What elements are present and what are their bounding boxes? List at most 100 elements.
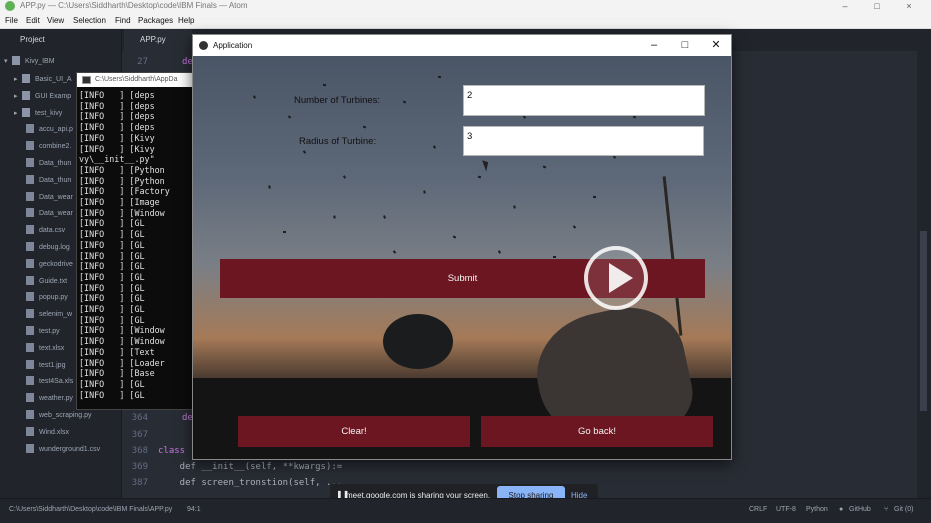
tree-item-label: debug.log [39,244,70,251]
status-encoding[interactable]: UTF-8 [776,506,796,513]
mouse-cursor-icon [482,158,491,172]
tree-folder[interactable]: ▸ test_kivy [14,107,62,121]
tree-file[interactable]: test.py [26,325,60,339]
menu-bar: File Edit View Selection Find Packages H… [0,13,931,29]
dandelion-seed [268,185,271,189]
tree-item-label: Wind.xlsx [39,428,69,436]
tree-file[interactable]: popup.py [26,291,68,305]
dandelion-seed [383,215,386,219]
tree-file[interactable]: Data_wear [26,191,73,205]
status-bar: C:\Users\Siddharth\Desktop\code\IBM Fina… [0,498,931,523]
clear-button[interactable]: Clear! [238,416,470,447]
terminal-title-bar: C:\Users\Siddharth\AppDa [77,73,193,87]
code-line: def screen_tronstion(self, ... [158,478,343,488]
tree-file[interactable]: wunderground1.csv [26,443,100,457]
terminal-line: vy\__init__.py" [79,154,155,165]
file-icon [26,225,34,235]
file-icon [26,174,34,184]
tree-item-label: Data_wear [39,210,73,218]
status-git[interactable]: Git (0) [894,506,913,513]
tree-file[interactable]: test4Sa.xls [26,375,73,389]
menu-packages[interactable]: Packages [138,16,173,25]
maximize-button[interactable]: □ [862,0,892,12]
close-button[interactable]: × [894,0,924,12]
tree-folder[interactable]: ▸ Basic_UI_A [14,73,72,87]
dandelion-seed [283,231,286,233]
line-number: 387 [131,478,148,488]
menu-edit[interactable]: Edit [26,16,40,25]
app-maximize-button[interactable]: □ [670,35,700,56]
app-title: Application [213,41,253,50]
folder-icon [12,56,20,65]
menu-view[interactable]: View [47,16,64,25]
app-minimize-button[interactable]: – [639,35,669,56]
file-icon [26,376,34,386]
tree-item-label: test4Sa.xls [39,378,74,386]
screen: APP.py — C:\Users\Siddharth\Desktop\code… [0,0,931,523]
tree-item-label: web_scraping.py [39,412,92,419]
terminal-line: [INFO ] [GL [79,378,145,389]
tree-folder[interactable]: ▸ GUI Examp [14,90,71,104]
tab-app-py[interactable]: APP.py [124,29,192,51]
file-icon [26,124,34,134]
play-icon[interactable] [584,246,648,310]
chevron-right-icon: ▸ [14,76,18,83]
file-icon [26,393,34,403]
tree-file[interactable]: combine2. [26,140,71,154]
menu-find[interactable]: Find [115,16,131,25]
tree-file[interactable]: weather.py [26,392,73,406]
tree-file[interactable]: data.csv [26,224,65,238]
dandelion-seed [392,250,397,254]
dandelion-seed [437,75,442,79]
status-cursor-position[interactable]: 94:1 [187,506,201,513]
status-github[interactable]: GitHub [849,506,871,513]
terminal-icon [82,76,91,84]
folder-icon [22,74,30,83]
kivy-logo-icon [199,41,208,50]
tree-file[interactable]: Data_thun [26,174,71,188]
file-icon [26,208,34,218]
go-back-button[interactable]: Go back! [481,416,713,447]
tree-file[interactable]: Guide.txt [26,275,67,289]
scrollbar[interactable] [917,51,931,498]
tree-file[interactable]: selenim_w [26,308,72,322]
menu-selection[interactable]: Selection [73,16,106,25]
terminal-line: [INFO ] [GL [79,218,145,229]
terminal-window[interactable]: C:\Users\Siddharth\AppDa [INFO ] [deps [I… [76,72,194,410]
tree-file[interactable]: test1.jpg [26,359,65,373]
dandelion-seed [432,145,437,149]
tree-file[interactable]: geckodrive [26,258,73,272]
tree-file[interactable]: accu_api.p [26,123,73,137]
tree-file[interactable]: Data_wear [26,207,73,221]
folder-icon [22,90,30,100]
terminal-line: [INFO ] [deps [79,122,155,133]
scrollbar-thumb[interactable] [920,231,927,411]
file-icon [26,258,34,268]
file-icon [26,275,34,285]
terminal-line: [INFO ] [GL [79,261,145,272]
chevron-down-icon: ▾ [4,58,8,65]
status-grammar[interactable]: Python [806,506,828,513]
tree-root[interactable]: ▾ Kivy_IBM [4,55,55,69]
tree-file[interactable]: debug.log [26,241,70,255]
file-icon [26,443,34,453]
git-icon: ⑂ [884,506,889,513]
menu-file[interactable]: File [5,16,18,25]
status-line-ending[interactable]: CRLF [749,506,767,513]
radius-input[interactable]: 3 [463,126,704,156]
tree-file[interactable]: text.xlsx [26,342,64,356]
tree-file[interactable]: Data_thun [26,157,71,171]
status-file-path[interactable]: C:\Users\Siddharth\Desktop\code\IBM Fina… [9,506,172,513]
dandelion-stem [662,176,683,336]
turbines-input[interactable]: 2 [463,85,705,116]
minimize-button[interactable]: – [830,0,860,12]
radius-label: Radius of Turbine: [299,136,377,147]
tree-file[interactable]: web_scraping.py [26,409,92,423]
app-close-button[interactable]: ✕ [701,35,731,56]
atom-title-bar: APP.py — C:\Users\Siddharth\Desktop\code… [0,0,931,13]
chevron-right-icon: ▸ [14,92,18,100]
dandelion-seed [342,175,347,179]
menu-help[interactable]: Help [178,16,194,25]
tab-project[interactable]: Project [0,29,122,51]
tree-file[interactable]: Wind.xlsx [26,426,69,440]
